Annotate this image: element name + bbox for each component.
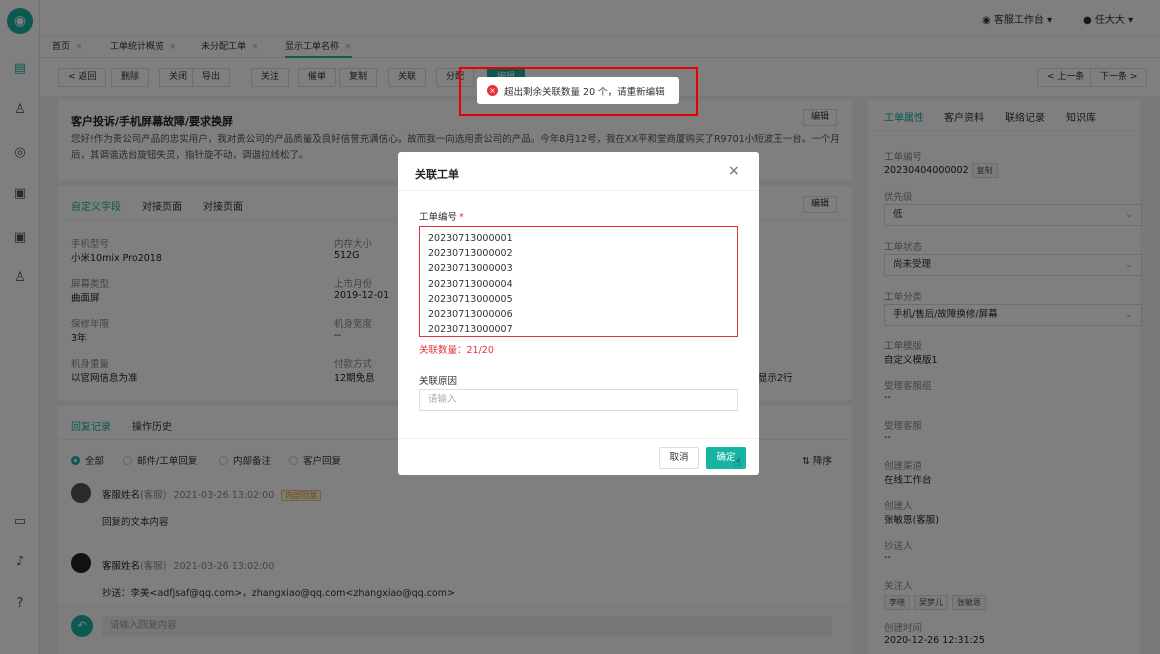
ticket-id-line: 20230713000001 [428, 233, 513, 244]
ticket-id-line: 20230713000003 [428, 263, 513, 275]
ticket-ids-textarea[interactable]: 20230713000001 20230713000002 2023071300… [419, 226, 738, 337]
hand-cursor-icon: ☝ [734, 455, 742, 469]
divider [398, 190, 759, 191]
reason-input[interactable]: 请输入 [419, 389, 738, 411]
ticket-id-line: 20230713000007 [428, 324, 513, 336]
link-ticket-dialog: 关联工单 × 工单编号 * 20230713000001 202307130000… [398, 152, 759, 475]
ticket-no-field-label: 工单编号 * [419, 209, 464, 223]
field-label-text: 工单编号 [419, 212, 458, 223]
ticket-id-line: 20230713000006 [428, 309, 513, 321]
ticket-id-line: 20230713000002 [428, 248, 513, 260]
ticket-id-line: 20230713000004 [428, 278, 513, 290]
dialog-title: 关联工单 [415, 168, 459, 181]
cancel-button[interactable]: 取消 [659, 447, 699, 469]
reason-label: 关联原因 [419, 376, 458, 387]
divider [398, 438, 759, 439]
required-mark: * [459, 212, 464, 223]
ticket-id-line: 20230713000005 [428, 293, 513, 305]
link-count-error: 关联数量：21/20 [419, 345, 494, 356]
close-icon[interactable]: × [728, 163, 740, 179]
highlight-box [459, 67, 698, 116]
